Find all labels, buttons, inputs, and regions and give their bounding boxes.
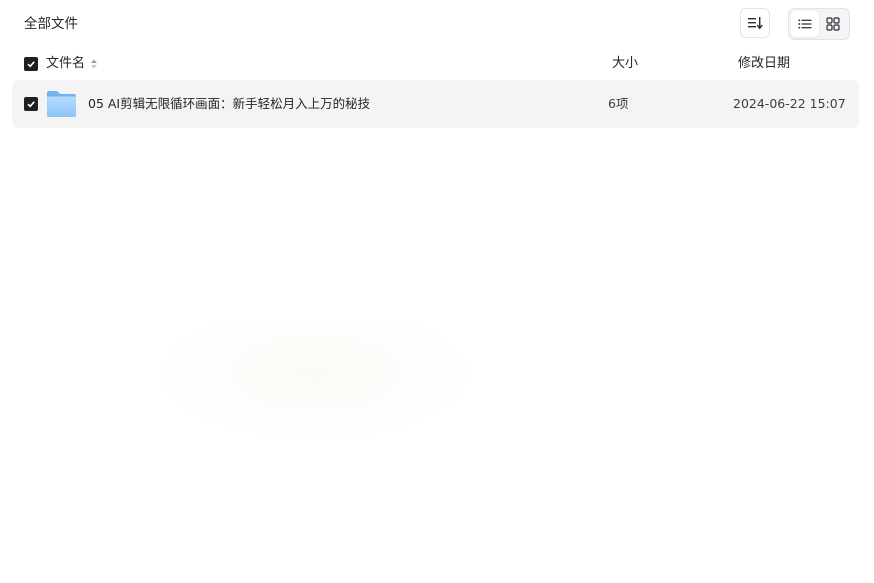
view-mode-toggle	[788, 8, 850, 40]
column-header-modified[interactable]: 修改日期	[738, 55, 790, 73]
table-row[interactable]: 05 AI剪辑无限循环画面：新手轻松月入上万的秘技 6项 2024-06-22 …	[12, 80, 859, 128]
check-icon	[27, 61, 35, 68]
folder-icon	[47, 91, 76, 117]
file-name[interactable]: 05 AI剪辑无限循环画面：新手轻松月入上万的秘技	[88, 95, 370, 113]
column-header-name[interactable]: 文件名	[46, 55, 98, 73]
file-manager-page: 全部文件 文件名 大小 修改日期 05 AI剪辑无限循环画面：新手轻松月入上万的…	[0, 0, 874, 583]
toolbar: 全部文件	[0, 0, 874, 48]
sort-lines-icon	[748, 17, 763, 30]
grid-view-button[interactable]	[819, 11, 847, 37]
breadcrumb[interactable]: 全部文件	[24, 14, 78, 34]
column-header-name-label: 文件名	[46, 56, 86, 71]
list-view-icon	[798, 19, 812, 29]
column-header-size[interactable]: 大小	[612, 55, 638, 73]
row-checkbox[interactable]	[24, 97, 38, 111]
check-icon	[27, 101, 35, 108]
background-glow	[150, 325, 480, 445]
sort-arrows-icon	[90, 58, 98, 70]
file-size: 6项	[608, 96, 629, 111]
list-view-button[interactable]	[791, 11, 819, 37]
file-modified-date: 2024-06-22 15:07	[733, 96, 846, 111]
select-all-checkbox[interactable]	[24, 57, 38, 71]
table-header: 文件名 大小 修改日期	[0, 52, 874, 76]
sort-button[interactable]	[740, 8, 770, 38]
grid-view-icon	[826, 17, 840, 31]
